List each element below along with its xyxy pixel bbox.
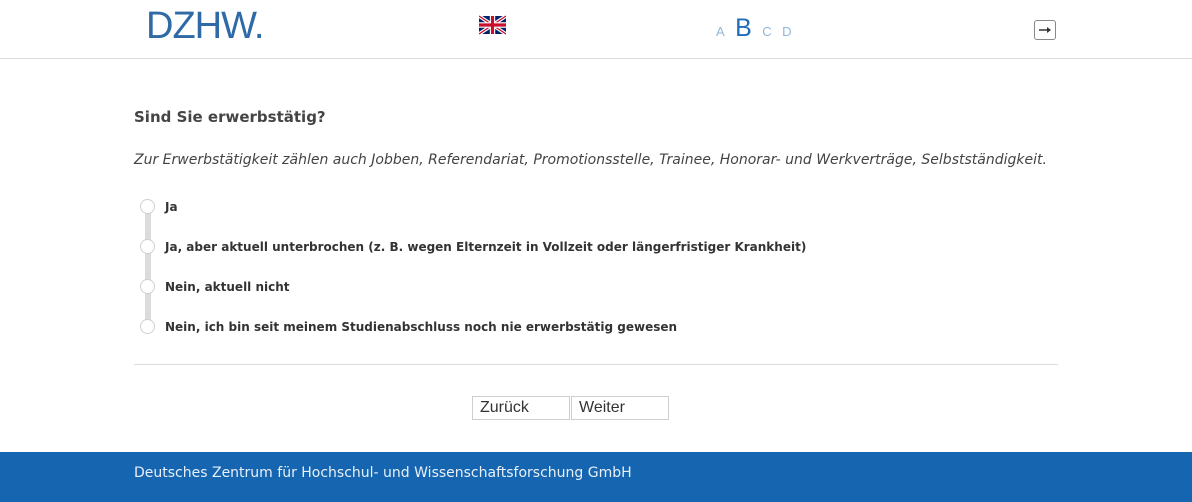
- radio-button[interactable]: [140, 279, 155, 294]
- question-title: Sind Sie erwerbstätig?: [134, 108, 326, 126]
- font-size-a[interactable]: A: [716, 24, 725, 39]
- header: DZHW. A B C D: [0, 0, 1192, 59]
- font-size-c[interactable]: C: [762, 24, 771, 39]
- dzhw-logo: DZHW.: [146, 5, 265, 47]
- radio-button[interactable]: [140, 239, 155, 254]
- font-size-d[interactable]: D: [782, 24, 791, 39]
- next-button[interactable]: Weiter: [571, 396, 669, 420]
- option-label: Ja, aber aktuell unterbrochen (z. B. weg…: [165, 240, 807, 254]
- option-label: Nein, ich bin seit meinem Studienabschlu…: [165, 320, 678, 334]
- divider: [134, 364, 1058, 365]
- uk-flag-icon[interactable]: [478, 14, 507, 36]
- font-size-b[interactable]: B: [735, 14, 752, 43]
- option-label: Nein, aktuell nicht: [165, 280, 290, 294]
- options-rail: [145, 208, 151, 328]
- footer-text: Deutsches Zentrum für Hochschul- und Wis…: [134, 465, 632, 481]
- navigation-buttons: Zurück Weiter: [472, 396, 671, 422]
- back-button[interactable]: Zurück: [472, 396, 570, 420]
- question-instruction: Zur Erwerbstätigkeit zählen auch Jobben,…: [134, 152, 1047, 168]
- radio-button[interactable]: [140, 199, 155, 214]
- exit-button[interactable]: [1034, 20, 1056, 40]
- footer: Deutsches Zentrum für Hochschul- und Wis…: [0, 452, 1192, 502]
- exit-arrow-icon: [1039, 27, 1051, 33]
- radio-button[interactable]: [140, 319, 155, 334]
- logo-dot: .: [253, 5, 265, 47]
- option-label: Ja: [165, 200, 178, 214]
- logo-text: DZHW: [146, 5, 255, 47]
- font-size-selector: A B C D: [716, 14, 798, 43]
